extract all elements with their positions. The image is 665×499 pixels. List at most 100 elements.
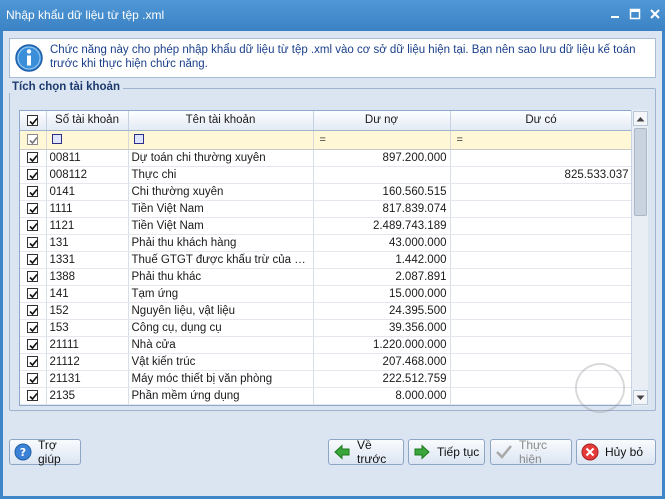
table-row[interactable]: 0141 Chi thường xuyên 160.560.515 [20,183,633,201]
title-bar[interactable]: Nhập khẩu dữ liệu từ tệp .xml [0,0,665,31]
filter-checkbox[interactable] [27,133,39,145]
filter-equals-icon[interactable]: = [457,134,463,146]
cell-account-name: Nguyên liệu, vật liệu [128,302,314,320]
grid-vertical-scrollbar[interactable] [631,110,648,406]
cell-credit [450,336,633,354]
cell-account-no: 153 [46,319,129,337]
cell-debit: 897.200.000 [313,149,451,167]
col-header-account-no[interactable]: Số tài khoản [46,111,129,131]
table-row[interactable]: 2135 Phần mềm ứng dụng 8.000.000 [20,387,633,405]
execute-button[interactable]: Thực hiện [490,438,572,466]
row-checkbox-cell[interactable] [20,217,47,235]
cancel-button-label: Hủy bỏ [605,445,644,459]
cell-account-no: 21112 [46,353,129,371]
minimize-icon [611,16,619,18]
check-icon [29,307,38,316]
row-checkbox[interactable] [27,270,39,282]
cell-credit [450,285,633,303]
scroll-up-button[interactable] [633,111,648,126]
maximize-button[interactable] [628,7,642,21]
arrow-left-icon [334,444,350,460]
select-all-checkbox[interactable] [27,114,39,126]
filter-equals-icon[interactable]: = [320,134,326,146]
cell-credit [450,183,633,201]
filter-operator-icon[interactable] [133,134,144,145]
table-row[interactable]: 21112 Vật kiến trúc 207.468.000 [20,353,633,371]
cancel-button[interactable]: Hủy bỏ [576,439,656,465]
row-checkbox-cell[interactable] [20,302,47,320]
filter-credit[interactable]: = [450,130,633,150]
check-icon [29,341,38,350]
col-header-credit[interactable]: Dư có [450,111,633,131]
row-checkbox[interactable] [27,287,39,299]
cell-account-no: 2135 [46,387,129,405]
check-icon [29,290,38,299]
row-checkbox[interactable] [27,372,39,384]
col-header-debit[interactable]: Dư nợ [313,111,451,131]
row-checkbox-cell[interactable] [20,336,47,354]
row-checkbox-cell[interactable] [20,200,47,218]
row-checkbox-cell[interactable] [20,285,47,303]
row-checkbox[interactable] [27,304,39,316]
row-checkbox[interactable] [27,185,39,197]
cell-account-name: Thuế GTGT được khấu trừ của hà... [128,251,314,269]
next-button[interactable]: Tiếp tục [408,439,485,465]
cell-credit [450,217,633,235]
row-checkbox[interactable] [27,389,39,401]
row-checkbox-cell[interactable] [20,353,47,371]
row-checkbox-cell[interactable] [20,387,47,405]
cell-debit: 160.560.515 [313,183,451,201]
row-checkbox[interactable] [27,253,39,265]
table-row[interactable]: 21131 Máy móc thiết bị văn phòng 222.512.7… [20,370,633,388]
row-checkbox-cell[interactable] [20,251,47,269]
row-checkbox-cell[interactable] [20,183,47,201]
filter-account-name[interactable] [128,130,314,150]
close-button[interactable] [648,7,662,21]
row-checkbox-cell[interactable] [20,149,47,167]
row-checkbox[interactable] [27,355,39,367]
row-checkbox[interactable] [27,151,39,163]
row-checkbox-cell[interactable] [20,319,47,337]
table-row[interactable]: 153 Công cụ, dụng cụ 39.356.000 [20,319,633,337]
back-button[interactable]: Về trước [328,438,404,466]
filter-checkbox-cell[interactable] [20,130,47,150]
filter-account-no[interactable] [46,130,129,150]
row-checkbox-cell[interactable] [20,404,47,405]
row-checkbox-cell[interactable] [20,234,47,252]
cell-debit: 2.087.891 [313,268,451,286]
scroll-down-button[interactable] [633,390,648,405]
row-checkbox[interactable] [27,338,39,350]
row-checkbox-cell[interactable] [20,268,47,286]
scroll-thumb[interactable] [634,128,647,216]
row-checkbox[interactable] [27,219,39,231]
table-row[interactable]: 00811 Dự toán chi thường xuyên 897.200.000 [20,149,633,167]
table-row[interactable]: 2141Khấu hao và hao mòn lũy kế tài s...5… [20,404,633,405]
cell-account-name: Công cụ, dụng cụ [128,319,314,337]
cell-account-no: 008112 [46,166,129,184]
filter-operator-icon[interactable] [51,134,62,145]
table-row[interactable]: 152 Nguyên liệu, vật liệu 24.395.500 [20,302,633,320]
table-row[interactable]: 1111 Tiền Việt Nam 817.839.074 [20,200,633,218]
table-row[interactable]: 1121 Tiền Việt Nam 2.489.743.189 [20,217,633,235]
table-row[interactable]: 131 Phải thu khách hàng 43.000.000 [20,234,633,252]
row-checkbox[interactable] [27,321,39,333]
row-checkbox-cell[interactable] [20,370,47,388]
cell-account-name: Thực chi [128,166,314,184]
row-checkbox[interactable] [27,236,39,248]
help-button[interactable]: ? Trợ giúp [9,438,81,466]
row-checkbox-cell[interactable] [20,166,47,184]
info-text: Chức năng này cho phép nhập khẩu dữ liệu… [50,44,636,70]
info-icon [15,44,43,72]
table-row[interactable]: 008112 Thực chi 825.533.037 [20,166,633,184]
row-checkbox[interactable] [27,168,39,180]
table-row[interactable]: 1388 Phải thu khác 2.087.891 [20,268,633,286]
select-all-header[interactable] [20,111,47,131]
filter-debit[interactable]: = [313,130,451,150]
row-checkbox[interactable] [27,202,39,214]
cell-account-no: 21131 [46,370,129,388]
table-row[interactable]: 141 Tạm ứng 15.000.000 [20,285,633,303]
table-row[interactable]: 1331 Thuế GTGT được khấu trừ của hà... 1.4… [20,251,633,269]
col-header-account-name[interactable]: Tên tài khoản [128,111,314,131]
table-row[interactable]: 21111 Nhà cửa 1.220.000.000 [20,336,633,354]
minimize-button[interactable] [608,7,622,21]
